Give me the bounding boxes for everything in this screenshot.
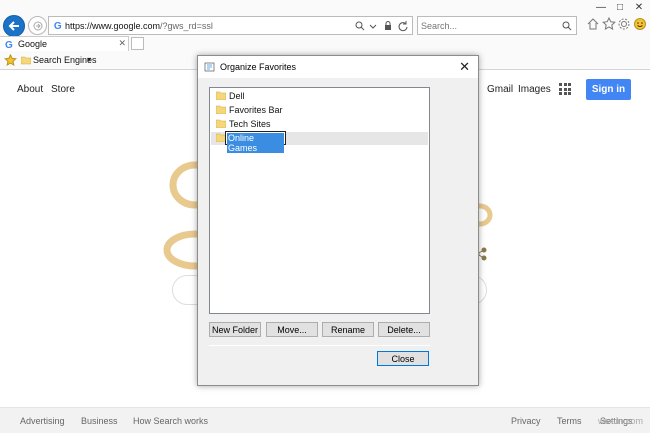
star-icon[interactable] (602, 17, 616, 31)
divider (209, 345, 430, 346)
refresh-icon[interactable] (397, 20, 409, 32)
lock-icon[interactable] (382, 20, 394, 32)
rename-input-value: Online Games (227, 133, 284, 153)
link-gmail[interactable]: Gmail (487, 84, 513, 95)
favorites-folder-icon (204, 62, 215, 72)
google-favicon-icon: G (54, 21, 62, 31)
folder-icon (21, 56, 31, 65)
arrow-left-icon (8, 21, 19, 31)
close-icon[interactable]: ✕ (459, 59, 470, 75)
tree-item-label: Dell (229, 91, 245, 101)
move-button[interactable]: Move... (266, 322, 318, 337)
folder-icon (216, 119, 226, 128)
close-button[interactable]: Close (377, 351, 429, 366)
back-button[interactable] (3, 15, 25, 37)
close-icon[interactable]: ✕ (118, 38, 126, 49)
arrow-right-icon (33, 21, 42, 30)
watermark: wsxdn.com (598, 416, 644, 426)
signin-button[interactable]: Sign in (586, 79, 631, 100)
delete-button[interactable]: Delete... (378, 322, 430, 337)
folder-icon (216, 105, 226, 114)
tree-item-dell[interactable]: Dell (211, 90, 428, 103)
dialog-title-bar[interactable]: Organize Favorites ✕ (198, 56, 478, 78)
svg-text:G: G (5, 40, 13, 49)
search-dropdown-icon[interactable] (354, 20, 366, 32)
rename-input[interactable]: Online Games (225, 131, 286, 153)
browser-search-input[interactable] (421, 19, 551, 33)
google-favicon-icon: G (5, 40, 13, 49)
footer-link-how-search-works[interactable]: How Search works (133, 416, 208, 426)
tab-title: Google (18, 39, 48, 49)
page-footer: Advertising Business How Search works Pr… (0, 407, 650, 433)
forward-button[interactable] (28, 16, 47, 35)
organize-favorites-dialog: Organize Favorites ✕ Dell Favorites Bar … (197, 55, 479, 386)
tree-item-tech-sites[interactable]: Tech Sites (211, 118, 428, 131)
dialog-title: Organize Favorites (220, 62, 297, 72)
svg-text:G: G (54, 21, 62, 31)
address-url[interactable]: https://www.google.com/?gws_rd=ssl (65, 21, 213, 31)
link-store[interactable]: Store (51, 84, 75, 95)
close-window-button[interactable]: ✕ (630, 0, 648, 14)
link-about[interactable]: About (17, 84, 43, 95)
footer-link-terms[interactable]: Terms (557, 416, 582, 426)
folder-icon (216, 91, 226, 100)
search-icon[interactable] (561, 20, 573, 32)
footer-link-business[interactable]: Business (81, 416, 118, 426)
rename-button[interactable]: Rename (322, 322, 374, 337)
link-images[interactable]: Images (518, 84, 551, 95)
footer-link-advertising[interactable]: Advertising (20, 416, 65, 426)
tab-google[interactable]: G Google ✕ (0, 36, 129, 51)
minimize-button[interactable]: — (592, 0, 610, 14)
dropdown-arrow-icon[interactable] (367, 20, 379, 32)
tree-item-label: Favorites Bar (229, 105, 283, 115)
new-tab-button[interactable] (131, 37, 144, 50)
maximize-button[interactable]: □ (611, 0, 629, 14)
home-icon[interactable] (586, 17, 600, 31)
address-bar[interactable]: G https://www.google.com/?gws_rd=ssl (48, 16, 413, 35)
gear-icon[interactable] (617, 17, 631, 31)
tree-item-label: Tech Sites (229, 119, 271, 129)
apps-grid-icon[interactable] (559, 83, 571, 95)
favorites-tree[interactable]: Dell Favorites Bar Tech Sites Online Gam… (209, 87, 430, 314)
tree-item-favorites-bar[interactable]: Favorites Bar (211, 104, 428, 117)
footer-link-privacy[interactable]: Privacy (511, 416, 541, 426)
add-favorite-icon[interactable] (4, 54, 17, 67)
chevron-down-icon[interactable]: ▾ (87, 55, 91, 64)
browser-search-box[interactable] (417, 16, 577, 35)
tree-item-online-games[interactable]: Online Games (211, 131, 428, 153)
smiley-icon[interactable] (633, 17, 647, 31)
new-folder-button[interactable]: New Folder (209, 322, 261, 337)
